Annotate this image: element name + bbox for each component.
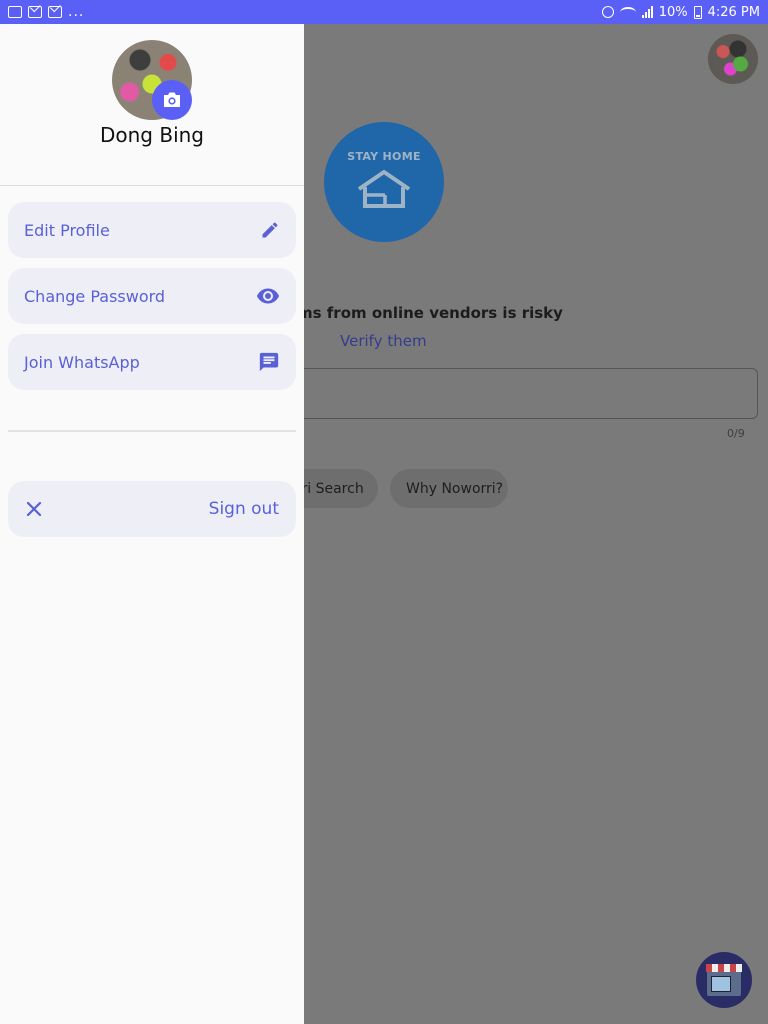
mail-icon <box>28 6 42 18</box>
battery-icon <box>693 5 702 19</box>
clock: 4:26 PM <box>707 4 760 20</box>
divider <box>8 430 296 432</box>
stay-home-label: STAY HOME <box>347 150 421 163</box>
store-icon <box>706 964 742 996</box>
stay-home-banner: STAY HOME <box>324 122 444 242</box>
change-password-button[interactable]: Change Password <box>8 268 296 324</box>
risk-warning-text: ms from online vendors is risky <box>297 304 563 322</box>
change-password-label: Change Password <box>24 286 166 306</box>
user-avatar[interactable] <box>708 34 758 84</box>
edit-profile-label: Edit Profile <box>24 220 110 240</box>
message-icon <box>259 352 279 372</box>
camera-icon <box>164 92 180 107</box>
why-noworri-chip[interactable]: Why Noworri? <box>390 469 508 508</box>
signal-icon <box>641 6 653 18</box>
pencil-icon <box>262 222 278 238</box>
search-input[interactable] <box>290 368 758 419</box>
navigation-drawer: Dong Bing Edit Profile Change Password J… <box>0 24 304 1024</box>
drawer-menu: Edit Profile Change Password Join WhatsA… <box>0 186 304 390</box>
join-whatsapp-label: Join WhatsApp <box>24 352 140 372</box>
verify-them-link[interactable]: Verify them <box>340 332 427 350</box>
wifi-icon <box>619 6 636 18</box>
change-photo-button[interactable] <box>152 80 192 120</box>
profile-name: Dong Bing <box>99 123 204 147</box>
shop-fab-button[interactable] <box>696 952 752 1008</box>
house-icon <box>357 170 411 208</box>
calendar-icon <box>8 6 22 18</box>
sign-out-label: Sign out <box>208 499 279 519</box>
edit-profile-button[interactable]: Edit Profile <box>8 202 296 258</box>
status-bar-right: 10% 4:26 PM <box>601 4 760 20</box>
notification-overflow: ... <box>68 4 85 20</box>
character-counter: 0/9 <box>727 427 745 440</box>
status-bar: ... 10% 4:26 PM <box>0 0 768 24</box>
alarm-icon <box>601 6 614 18</box>
profile-header: Dong Bing <box>0 24 304 185</box>
eye-icon <box>257 288 279 304</box>
sign-out-button[interactable]: Sign out <box>8 481 296 537</box>
status-bar-left: ... <box>8 4 84 20</box>
mail-icon <box>48 6 62 18</box>
close-icon <box>26 501 42 517</box>
join-whatsapp-button[interactable]: Join WhatsApp <box>8 334 296 390</box>
battery-percent: 10% <box>658 4 688 20</box>
